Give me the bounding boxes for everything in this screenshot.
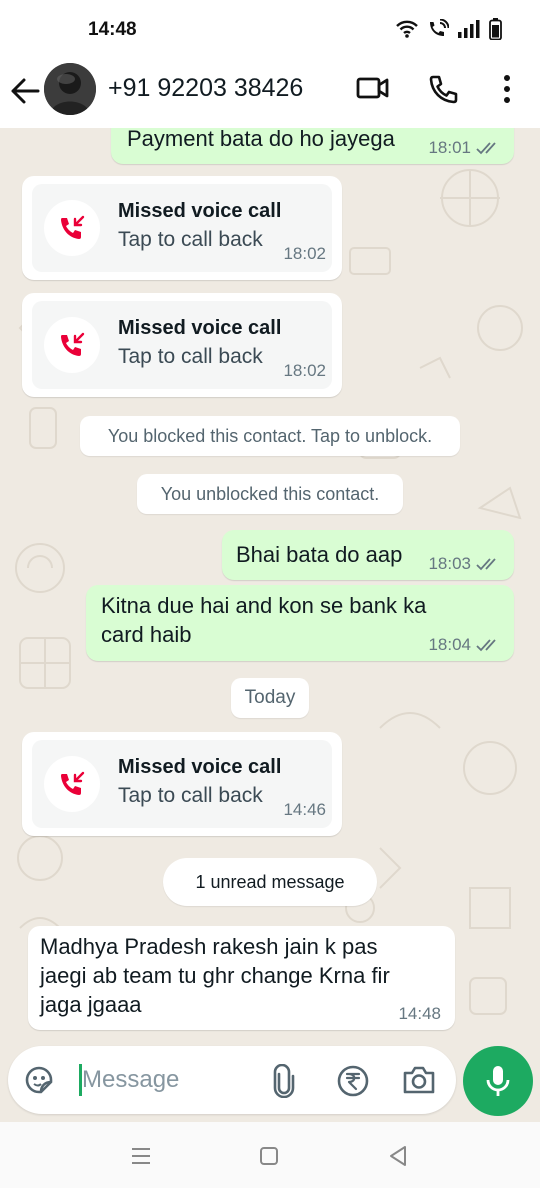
- status-time: 14:48: [88, 19, 137, 40]
- wifi-calling-icon: [430, 19, 449, 36]
- message-text: Bhai bata do aap: [236, 542, 403, 567]
- unblocked-notice: You unblocked this contact.: [137, 474, 403, 514]
- contact-avatar[interactable]: [44, 63, 96, 115]
- home-nav-icon[interactable]: [259, 1146, 279, 1166]
- message-line: jaegi ab team tu ghr change Krna fir: [40, 963, 390, 988]
- double-check-icon: [476, 639, 496, 652]
- missed-call-card[interactable]: Missed voice call Tap to call back 18:02: [22, 293, 342, 397]
- call-subtitle: Tap to call back: [118, 345, 263, 368]
- missed-call-circle: [44, 756, 100, 812]
- missed-call-circle: [44, 317, 100, 373]
- date-divider: Today: [231, 678, 309, 718]
- unread-divider: 1 unread message: [163, 858, 377, 906]
- missed-call-inner: Missed voice call Tap to call back 18:02: [32, 184, 332, 272]
- message-time: 18:04: [428, 635, 471, 654]
- mic-button[interactable]: [463, 1046, 533, 1116]
- message-meta: 18:03: [428, 554, 500, 574]
- incoming-message[interactable]: Madhya Pradesh rakesh jain k pas jaegi a…: [28, 926, 455, 1030]
- call-title: Missed voice call: [118, 756, 282, 778]
- outgoing-message[interactable]: Kitna due hai and kon se bank ka card ha…: [86, 585, 514, 661]
- missed-call-icon: [61, 332, 85, 356]
- call-title: Missed voice call: [118, 317, 282, 339]
- microphone-icon: [486, 1066, 510, 1096]
- attach-icon[interactable]: [270, 1064, 298, 1098]
- chat-header: +91 92203 38426: [0, 60, 540, 128]
- camera-icon[interactable]: [402, 1064, 436, 1096]
- message-text: Payment bata do ho jayega: [127, 128, 395, 151]
- more-options-icon[interactable]: [500, 73, 514, 105]
- call-time: 18:02: [283, 244, 326, 263]
- message-line: card haib: [101, 622, 192, 647]
- missed-call-inner: Missed voice call Tap to call back 14:46: [32, 740, 332, 828]
- avatar-image: [44, 63, 96, 115]
- battery-icon: [489, 18, 502, 40]
- video-call-icon[interactable]: [356, 73, 390, 103]
- status-bar: 14:48: [0, 0, 540, 60]
- voice-call-icon[interactable]: [428, 73, 460, 105]
- call-time: 18:02: [283, 361, 326, 380]
- message-line: Madhya Pradesh rakesh jain k pas: [40, 934, 378, 959]
- signal-icon: [458, 20, 480, 38]
- outgoing-message[interactable]: Payment bata do ho jayega 18:01: [111, 128, 514, 164]
- status-icons: [395, 18, 502, 40]
- call-title: Missed voice call: [118, 200, 282, 222]
- blocked-notice[interactable]: You blocked this contact. Tap to unblock…: [80, 416, 460, 456]
- double-check-icon: [476, 142, 496, 155]
- missed-call-icon: [61, 215, 85, 239]
- message-input[interactable]: Message: [82, 1066, 179, 1094]
- contact-name[interactable]: +91 92203 38426: [108, 74, 303, 103]
- call-subtitle: Tap to call back: [118, 228, 263, 251]
- missed-call-circle: [44, 200, 100, 256]
- back-arrow-icon[interactable]: [10, 76, 40, 106]
- missed-call-card[interactable]: Missed voice call Tap to call back 18:02: [22, 176, 342, 280]
- rupee-icon[interactable]: [336, 1064, 370, 1098]
- message-time: 18:01: [428, 138, 471, 157]
- back-nav-icon[interactable]: [388, 1145, 408, 1167]
- call-time: 14:46: [283, 800, 326, 819]
- double-check-icon: [476, 558, 496, 571]
- message-time: 14:48: [398, 1004, 441, 1023]
- missed-call-inner: Missed voice call Tap to call back 18:02: [32, 301, 332, 389]
- menu-nav-icon[interactable]: [130, 1146, 152, 1166]
- missed-call-icon: [61, 771, 85, 795]
- message-meta: 18:01: [428, 138, 500, 158]
- message-line: Kitna due hai and kon se bank ka: [101, 593, 427, 618]
- message-composer: Message: [8, 1046, 456, 1114]
- message-line: jaga jgaaa: [40, 992, 142, 1017]
- outgoing-message[interactable]: Bhai bata do aap 18:03: [222, 530, 514, 580]
- chat-area[interactable]: Payment bata do ho jayega 18:01 Missed v…: [0, 128, 540, 1040]
- sticker-icon[interactable]: [23, 1064, 55, 1096]
- message-meta: 18:04: [428, 635, 500, 655]
- wifi-icon: [396, 20, 418, 38]
- call-subtitle: Tap to call back: [118, 784, 263, 807]
- missed-call-card[interactable]: Missed voice call Tap to call back 14:46: [22, 732, 342, 836]
- system-navigation-bar: [0, 1122, 540, 1188]
- message-time: 18:03: [428, 554, 471, 573]
